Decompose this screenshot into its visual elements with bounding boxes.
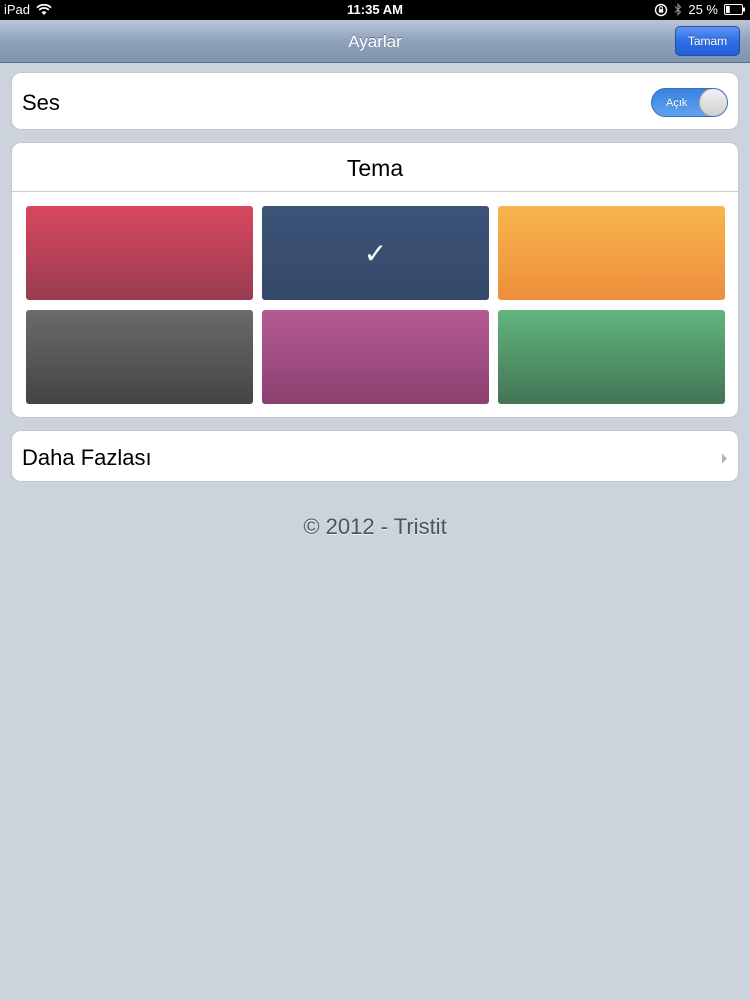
sound-setting-row: Ses Açık [11,72,739,130]
chevron-right-icon [721,451,728,469]
toggle-knob [699,89,727,116]
battery-icon [724,4,746,15]
bluetooth-icon [674,3,682,16]
more-row[interactable]: Daha Fazlası [11,430,739,482]
navigation-bar: Ayarlar Tamam [0,20,750,63]
battery-percent: 25 % [688,2,718,17]
theme-swatch-magenta[interactable] [262,310,489,404]
theme-swatch-navy[interactable]: ✓ [262,206,489,300]
more-label: Daha Fazlası [22,445,152,470]
theme-swatch-red[interactable] [26,206,253,300]
status-right: 25 % [654,2,746,17]
theme-group: Tema ✓ [11,142,739,418]
sound-label: Ses [22,90,60,115]
theme-swatch-green[interactable] [498,310,725,404]
theme-swatch-gray[interactable] [26,310,253,404]
theme-swatch-orange[interactable] [498,206,725,300]
done-button[interactable]: Tamam [675,26,740,56]
checkmark-icon: ✓ [363,236,388,270]
status-bar: iPad 11:35 AM 25 % [0,0,750,20]
sound-toggle[interactable]: Açık [651,88,728,117]
rotation-lock-icon [654,3,668,17]
toggle-state-label: Açık [666,97,688,109]
settings-screen: iPad 11:35 AM 25 % Ayarlar Tamam Ses Açı… [0,0,750,1000]
status-time: 11:35 AM [347,2,403,17]
page-title: Ayarlar [348,32,402,51]
theme-divider [12,191,738,192]
copyright-text: © 2012 - Tristit [303,514,447,539]
theme-title: Tema [346,155,404,181]
